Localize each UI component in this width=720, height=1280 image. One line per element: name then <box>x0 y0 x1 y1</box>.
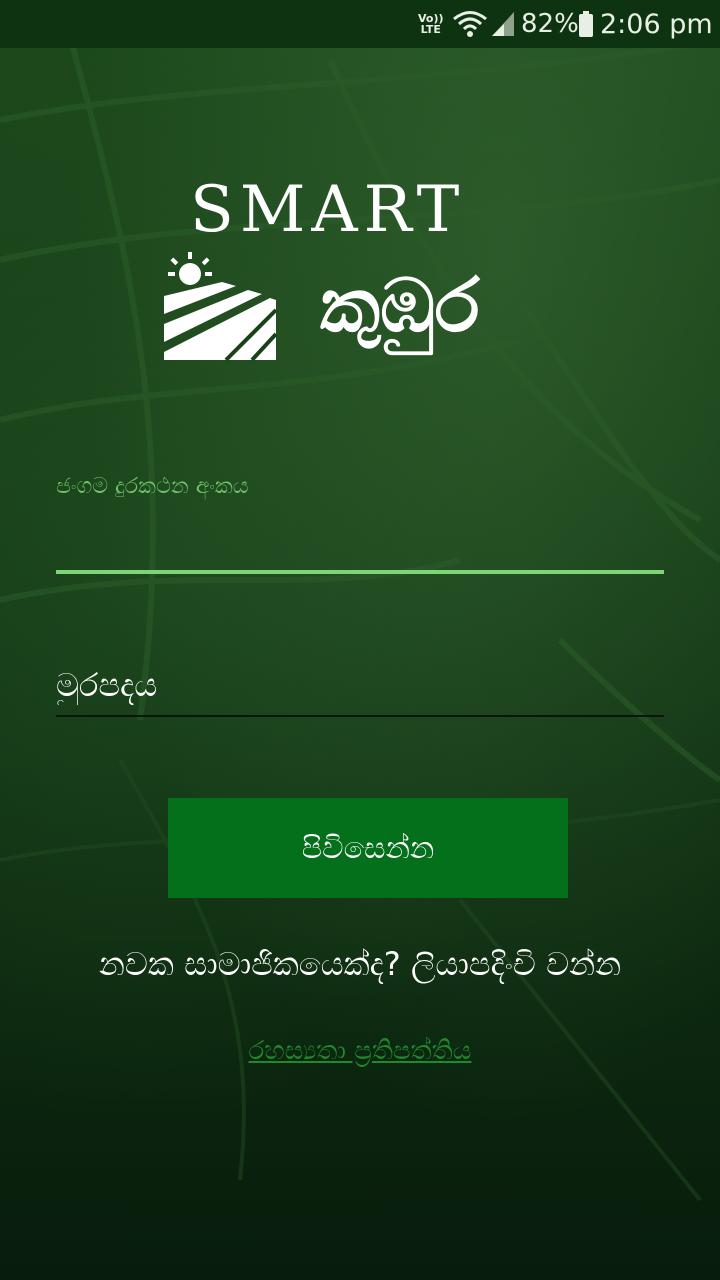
battery-percent: 82% <box>521 9 579 39</box>
register-link[interactable]: ලියාපදිංචි වන්න <box>411 945 621 983</box>
app-logo: SMART කුඹුර <box>160 170 560 370</box>
password-input-underline <box>56 715 664 717</box>
status-bar: Vo)) LTE 82% 2:06 pm <box>0 0 720 48</box>
sun-field-icon <box>164 252 280 366</box>
battery-icon <box>578 0 594 48</box>
phone-number-input[interactable] <box>56 512 664 568</box>
logo-smart-text: SMART <box>190 173 466 247</box>
volte-icon: Vo)) LTE <box>418 0 444 48</box>
logo-name-text: කුඹුර <box>320 263 480 349</box>
password-input[interactable] <box>56 656 664 714</box>
signal-icon <box>490 0 516 48</box>
clock: 2:06 pm <box>600 8 713 40</box>
phone-label: ජංගම දුරකථන අංකය <box>56 474 249 499</box>
volte-bottom-label: LTE <box>420 23 441 36</box>
login-button[interactable]: පිවිසෙන්න <box>168 798 568 898</box>
phone-input-underline <box>56 570 664 574</box>
register-row: නවක සාමාජිකයෙක්ද? ලියාපදිංචි වන්න <box>0 945 720 984</box>
register-prompt: නවක සාමාජිකයෙක්ද? <box>98 945 401 983</box>
privacy-policy-link[interactable]: රහස්‍යතා ප්‍රතිපත්තිය <box>0 1036 720 1067</box>
wifi-icon <box>452 0 488 48</box>
